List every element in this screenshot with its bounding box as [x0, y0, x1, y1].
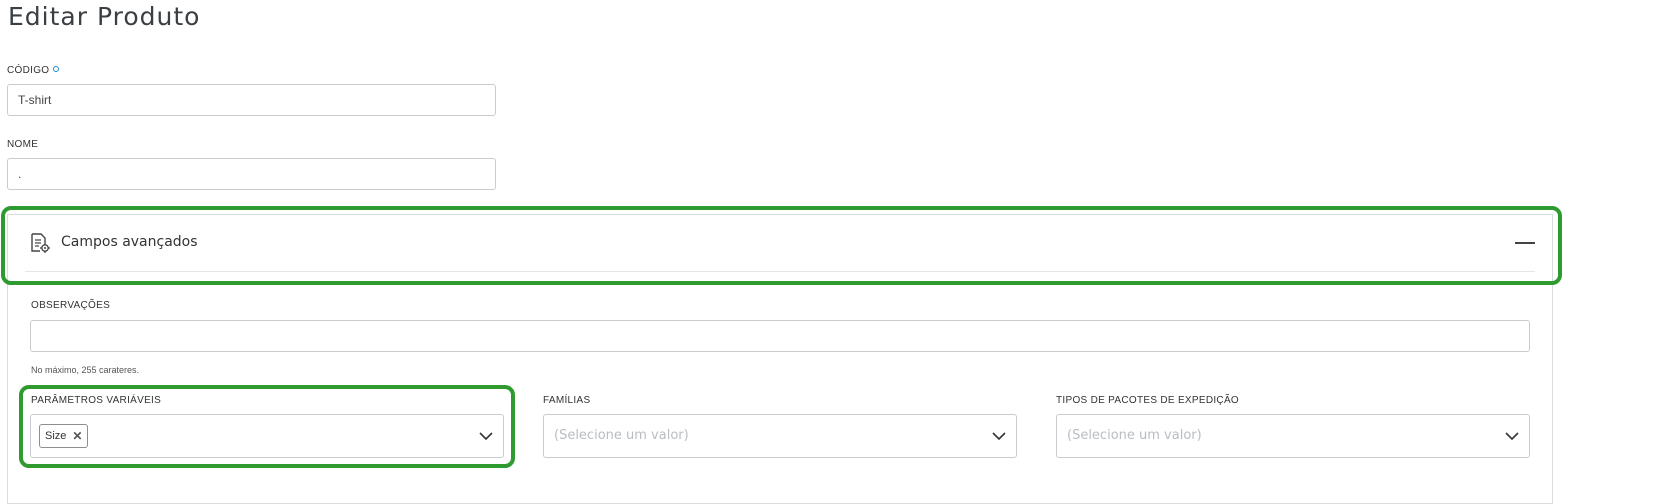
codigo-label: CÓDIGO — [7, 65, 60, 76]
page-title: Editar Produto — [8, 2, 201, 31]
codigo-input[interactable]: T-shirt — [7, 84, 496, 116]
observacoes-label: OBSERVAÇÕES — [31, 300, 111, 311]
observacoes-input[interactable] — [30, 320, 1530, 352]
nome-value: . — [18, 167, 22, 181]
chevron-down-icon[interactable] — [479, 431, 493, 441]
tipos-label: TIPOS DE PACOTES DE EXPEDIÇÃO — [1056, 395, 1239, 406]
advanced-fields-header[interactable]: Campos avançados — [25, 215, 1535, 272]
tag-size-label: Size — [45, 430, 67, 442]
chevron-down-icon[interactable] — [992, 431, 1006, 441]
tag-size: Size ✕ — [39, 424, 89, 448]
parametros-select[interactable]: Size ✕ — [30, 414, 504, 458]
settings-document-icon — [31, 233, 50, 253]
collapse-icon[interactable] — [1515, 242, 1535, 244]
tipos-placeholder: (Selecione um valor) — [1067, 428, 1202, 443]
codigo-value: T-shirt — [18, 93, 52, 107]
familias-label: FAMÍLIAS — [543, 395, 591, 406]
familias-select[interactable]: (Selecione um valor) — [543, 414, 1017, 458]
tipos-select[interactable]: (Selecione um valor) — [1056, 414, 1530, 458]
tag-remove-icon[interactable]: ✕ — [72, 429, 82, 443]
parametros-label: PARÂMETROS VARIÁVEIS — [31, 395, 162, 406]
observacoes-help: No máximo, 255 carateres. — [31, 365, 140, 375]
codigo-label-text: CÓDIGO — [7, 65, 50, 76]
advanced-fields-panel: Campos avançados — [7, 214, 1553, 504]
nome-input[interactable]: . — [7, 158, 496, 190]
advanced-fields-title: Campos avançados — [61, 234, 198, 250]
chevron-down-icon[interactable] — [1505, 431, 1519, 441]
required-indicator-icon — [53, 66, 60, 72]
familias-placeholder: (Selecione um valor) — [554, 428, 689, 443]
nome-label: NOME — [7, 139, 39, 150]
